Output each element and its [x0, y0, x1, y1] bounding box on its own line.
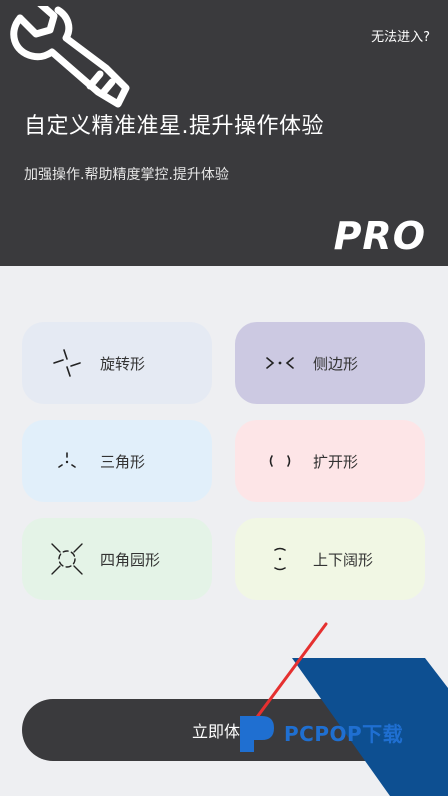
- page-title: 自定义精准准星.提升操作体验: [24, 114, 324, 139]
- style-label: 四角园形: [100, 550, 161, 569]
- style-card-four-corner-circle[interactable]: 四角园形: [22, 518, 212, 600]
- style-label: 侧边形: [313, 354, 359, 373]
- side-crosshair-icon: [266, 357, 294, 369]
- style-card-expand[interactable]: 扩开形: [235, 420, 425, 502]
- rotate-crosshair-icon: [53, 349, 81, 377]
- watermark-text: PCPOP下载: [284, 722, 404, 746]
- page-subtitle: 加强操作.帮助精度掌控.提升体验: [24, 167, 229, 183]
- four-corner-circle-crosshair-icon: [51, 543, 83, 575]
- vertical-wide-crosshair-icon: [274, 547, 286, 571]
- header-banner: 无法进入? 自定义精准准星.提升操作体验 加强操作.帮助精度掌控.提升体验 PR…: [0, 0, 448, 266]
- style-label: 旋转形: [100, 354, 146, 373]
- style-card-rotate[interactable]: 旋转形: [22, 322, 212, 404]
- cant-enter-link[interactable]: 无法进入?: [371, 26, 430, 45]
- style-card-vertical-wide[interactable]: 上下阔形: [235, 518, 425, 600]
- style-label: 上下阔形: [313, 550, 374, 569]
- wrench-icon: [10, 6, 130, 108]
- style-card-side[interactable]: 侧边形: [235, 322, 425, 404]
- style-card-triangle[interactable]: 三角形: [22, 420, 212, 502]
- style-label: 扩开形: [313, 452, 359, 471]
- triangle-crosshair-icon: [58, 452, 76, 468]
- pro-badge: PRO: [333, 214, 426, 258]
- style-label: 三角形: [100, 452, 146, 471]
- expand-crosshair-icon: [269, 455, 291, 467]
